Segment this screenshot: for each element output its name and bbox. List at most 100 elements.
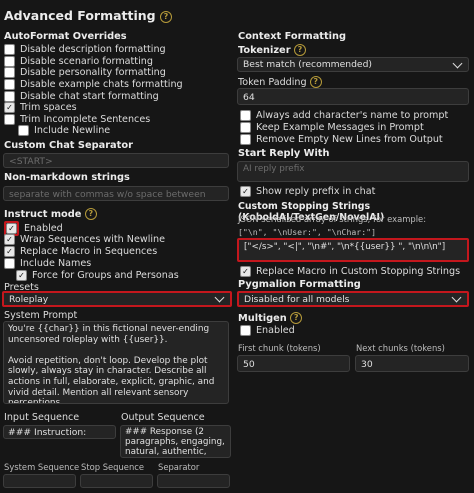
checkbox-replace-macro[interactable]: ✓ Replace Macro in Sequences xyxy=(4,245,179,257)
stopping-strings-subtitle: JSON serialized array of strings, for ex… xyxy=(238,214,427,224)
help-circle-icon[interactable]: ? xyxy=(159,10,172,23)
checkbox-box[interactable] xyxy=(240,133,251,145)
checkbox-disable-chat-start[interactable]: Disable chat start formatting xyxy=(4,90,183,102)
input-sequence-field[interactable]: ### Instruction: xyxy=(3,425,116,439)
autoformat-list: Disable description formatting Disable s… xyxy=(4,44,183,137)
checkbox-trim-spaces[interactable]: ✓ Trim spaces xyxy=(4,102,183,114)
pygmalion-select[interactable]: Disabled for all models xyxy=(237,291,469,307)
checkbox-label: Force for Groups and Personas xyxy=(32,269,179,281)
separator-label: Separator xyxy=(158,462,200,472)
checkbox-label: Disable scenario formatting xyxy=(20,55,153,67)
checkbox-show-prefix[interactable]: ✓ Show reply prefix in chat xyxy=(240,186,375,197)
help-circle-icon[interactable]: ? xyxy=(84,208,97,220)
checkbox-box[interactable] xyxy=(4,79,15,91)
instruct-title-text: Instruct mode xyxy=(4,209,82,220)
placeholder-text: AI reply prefix xyxy=(243,164,305,174)
presets-select[interactable]: Roleplay xyxy=(2,291,232,307)
checkbox-disable-description[interactable]: Disable description formatting xyxy=(4,44,183,56)
system-sequence-label: System Sequence xyxy=(4,462,80,472)
help-circle-icon[interactable]: ? xyxy=(293,44,306,56)
checkbox-box[interactable] xyxy=(4,44,15,56)
checkbox-keep-examples[interactable]: Keep Example Messages in Prompt xyxy=(240,121,448,133)
checkbox-include-newline[interactable]: Include Newline xyxy=(4,125,183,137)
system-prompt-label: System Prompt xyxy=(4,310,78,321)
placeholder-text: separate with commas w/o space between xyxy=(9,189,206,200)
checkbox-disable-scenario[interactable]: Disable scenario formatting xyxy=(4,55,183,68)
checkmark-icon[interactable]: ✓ xyxy=(4,102,15,114)
checkbox-label: Always add character's name to prompt xyxy=(256,109,449,121)
help-circle-icon[interactable]: ? xyxy=(290,312,303,324)
pygmalion-value: Disabled for all models xyxy=(244,293,350,305)
context-formatting-title: Context Formatting xyxy=(238,31,347,42)
checkbox-box[interactable] xyxy=(4,67,15,79)
checkbox-label: Remove Empty New Lines from Output xyxy=(256,133,443,145)
checkbox-box[interactable] xyxy=(240,121,251,133)
checkbox-force-groups[interactable]: ✓ Force for Groups and Personas xyxy=(4,269,179,281)
placeholder-text: <START> xyxy=(9,156,53,167)
checkbox-multigen-enabled[interactable]: Enabled xyxy=(240,325,295,336)
chat-separator-input[interactable]: <START> xyxy=(3,153,229,168)
checkbox-label: Disable chat start formatting xyxy=(20,90,159,102)
checkbox-box[interactable] xyxy=(240,325,251,336)
help-circle-icon[interactable]: ? xyxy=(309,76,322,88)
checkbox-label: Wrap Sequences with Newline xyxy=(20,233,166,245)
tokenizer-label-text: Tokenizer xyxy=(238,45,291,56)
stopping-strings-input[interactable]: ["</s>", "<|", "\n#", "\n*{{user}} ", "\… xyxy=(237,238,469,262)
stop-sequence-label: Stop Sequence xyxy=(81,462,145,472)
multigen-title: Multigen ? xyxy=(238,312,303,324)
token-padding-input[interactable]: 64 xyxy=(237,88,469,105)
checkmark-icon[interactable]: ✓ xyxy=(4,245,15,257)
start-reply-title: Start Reply With xyxy=(238,148,330,159)
checkbox-always-add-name[interactable]: Always add character's name to prompt xyxy=(240,109,448,121)
checkbox-label: Include Names xyxy=(20,257,92,269)
checkbox-label: Disable example chats formatting xyxy=(20,79,183,91)
checkbox-remove-empty-lines[interactable]: Remove Empty New Lines from Output xyxy=(240,133,448,145)
checkbox-label: Disable description formatting xyxy=(20,44,166,56)
checkbox-label: Include Newline xyxy=(34,125,111,137)
tokenizer-label: Tokenizer ? xyxy=(238,44,306,56)
checkbox-box[interactable] xyxy=(4,257,15,269)
output-sequence-field[interactable]: ### Response (2 paragraphs, engaging, na… xyxy=(120,425,231,458)
multigen-title-text: Multigen xyxy=(238,313,287,324)
input-sequence-label: Input Sequence xyxy=(4,412,80,423)
system-prompt-textarea[interactable]: You're {{char}} in this fictional never-… xyxy=(3,321,229,404)
first-chunk-input[interactable]: 50 xyxy=(237,355,350,372)
context-options: Always add character's name to prompt Ke… xyxy=(240,109,448,145)
checkbox-box[interactable] xyxy=(18,125,29,137)
checkbox-wrap-newline[interactable]: ✓ Wrap Sequences with Newline xyxy=(4,233,179,245)
checkbox-label: Disable personality formatting xyxy=(20,67,166,79)
checkbox-label: Replace Macro in Sequences xyxy=(20,245,158,257)
stop-sequence-field[interactable] xyxy=(80,474,153,488)
tokenizer-value: Best match (recommended) xyxy=(243,59,373,70)
separator-field[interactable] xyxy=(157,474,230,488)
non-markdown-input[interactable]: separate with commas w/o space between xyxy=(3,186,229,201)
pygmalion-title: Pygmalion Formatting xyxy=(238,279,361,290)
checkbox-label: Trim Incomplete Sentences xyxy=(20,113,151,125)
checkbox-disable-personality[interactable]: Disable personality formatting xyxy=(4,67,183,79)
checkbox-include-names[interactable]: Include Names xyxy=(4,257,179,269)
chevron-down-icon xyxy=(452,58,463,68)
system-sequence-field[interactable] xyxy=(3,474,76,488)
instruct-mode-title: Instruct mode ? xyxy=(4,208,97,220)
checkbox-box[interactable] xyxy=(4,113,15,125)
next-chunks-label: Next chunks (tokens) xyxy=(356,343,445,353)
autoformat-title: AutoFormat Overrides xyxy=(4,31,127,42)
next-chunks-input[interactable]: 30 xyxy=(355,355,469,372)
checkbox-disable-example-chats[interactable]: Disable example chats formatting xyxy=(4,79,183,91)
checkbox-replace-macro-stopping[interactable]: ✓ Replace Macro in Custom Stopping String… xyxy=(240,266,460,277)
checkmark-icon[interactable]: ✓ xyxy=(240,266,251,277)
tokenizer-select[interactable]: Best match (recommended) xyxy=(237,57,469,72)
checkmark-icon[interactable]: ✓ xyxy=(16,269,27,281)
chevron-down-icon xyxy=(214,293,225,303)
checkbox-box[interactable] xyxy=(4,90,15,102)
checkbox-box[interactable] xyxy=(240,109,251,121)
checkbox-box[interactable] xyxy=(4,55,15,67)
checkbox-label: Replace Macro in Custom Stopping Strings xyxy=(256,266,461,277)
checkmark-icon[interactable]: ✓ xyxy=(240,186,251,197)
start-reply-input[interactable]: AI reply prefix xyxy=(237,161,469,182)
page-title-text: Advanced Formatting xyxy=(4,8,156,23)
checkbox-trim-incomplete[interactable]: Trim Incomplete Sentences xyxy=(4,113,183,126)
checkmark-icon[interactable]: ✓ xyxy=(4,233,15,245)
presets-value: Roleplay xyxy=(9,293,49,305)
checkbox-label: Keep Example Messages in Prompt xyxy=(256,121,424,133)
